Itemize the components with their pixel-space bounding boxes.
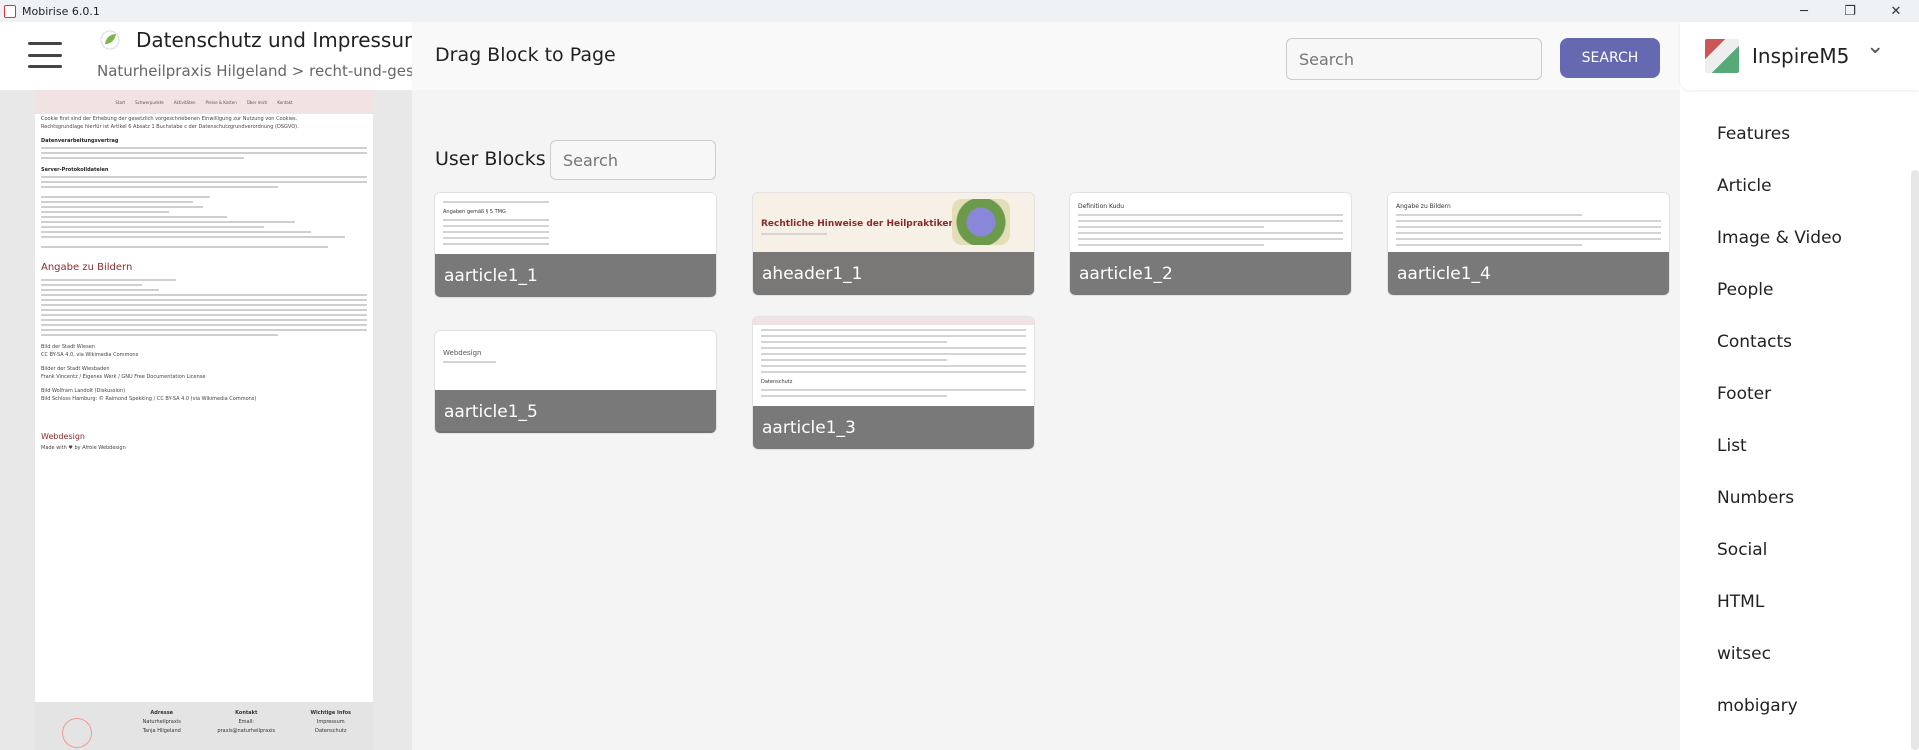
preview-credit: Bild Schloss Hamburg: © Raimond Spekking… <box>41 396 257 402</box>
preview-credit: Bild Wolfram Landolt (Diskussion) <box>41 388 126 394</box>
block-categories-sidebar: Header Features Article Image & Video Pe… <box>1680 22 1919 750</box>
footer-col-title: Wichtige Infos <box>310 710 352 716</box>
project-thumbnail <box>1705 39 1739 73</box>
block-card-aarticle1-3[interactable]: Datenschutz aarticle1_3 <box>752 316 1035 450</box>
block-label: aheader1_1 <box>753 252 1034 295</box>
maximize-icon[interactable]: ❐ <box>1827 0 1873 22</box>
chevron-down-icon[interactable]: ⌄ <box>1866 34 1884 59</box>
preview-credit: Bild der Stadt Wiesen <box>41 344 95 350</box>
preview-nav-item: Preise & Kosten <box>205 99 237 105</box>
footer-col-text: Impressum <box>316 719 345 725</box>
blocks-search-input[interactable] <box>1286 38 1542 80</box>
project-selector[interactable]: InspireM5 ⌄ <box>1680 22 1919 90</box>
category-article[interactable]: Article <box>1680 160 1919 212</box>
footer-col-text: Email: <box>238 719 255 725</box>
block-thumb-title: Angabe zu Bildern <box>1396 203 1451 210</box>
blocks-panel: Drag Block to Page SEARCH User Blocks An… <box>412 22 1680 750</box>
preview-credit: Bilder der Stadt Wiesbaden <box>41 366 110 372</box>
footer-col-title: Adresse <box>150 710 174 716</box>
window-title: Mobirise 6.0.1 <box>22 4 100 18</box>
preview-footer: Adresse Naturheilpraxis Tanja Hilgeland … <box>35 702 373 750</box>
preview-nav: Start Schwerpunkte Aktivitäten Preise & … <box>35 90 373 114</box>
block-thumb-title: Webdesign <box>443 349 482 357</box>
block-card-aheader1-1[interactable]: Rechtliche Hinweise der Heilpraktikerin … <box>752 192 1035 296</box>
preview-heading-pictures: Angabe zu Bildern <box>41 262 133 273</box>
search-button[interactable]: SEARCH <box>1560 38 1660 78</box>
block-card-aarticle1-1[interactable]: Angaben gemäß § 5 TMG aarticle1_1 <box>434 192 717 298</box>
block-label: aarticle1_2 <box>1070 252 1351 295</box>
window-controls: ─ ❐ ✕ <box>1781 0 1919 22</box>
preview-heading: Server-Protokolldateien <box>41 167 109 173</box>
preview-text: Cookie first sind der Erhebung der geset… <box>41 116 298 122</box>
close-icon[interactable]: ✕ <box>1873 0 1919 22</box>
category-features[interactable]: Features <box>1680 108 1919 160</box>
footer-col-text: Tanja Hilgeland <box>142 728 181 734</box>
category-list[interactable]: List <box>1680 420 1919 472</box>
category-numbers[interactable]: Numbers <box>1680 472 1919 524</box>
footer-col-text: Naturheilpraxis <box>142 719 181 725</box>
block-thumb-title: Definition Kudu <box>1078 203 1125 210</box>
preview-nav-item: Aktivitäten <box>173 99 196 105</box>
footer-col-text: praxis@naturheilpraxis <box>217 728 276 734</box>
category-witsec[interactable]: witsec <box>1680 628 1919 680</box>
flower-image <box>952 199 1010 245</box>
preview-nav-item: Über mich <box>246 99 268 105</box>
block-label: aarticle1_3 <box>753 406 1034 449</box>
user-blocks-search-input[interactable] <box>550 140 716 180</box>
block-card-aarticle1-5[interactable]: Webdesign aarticle1_5 <box>434 330 717 434</box>
preview-credit: Frank Vincentz / Eigenes Werk / GNU Free… <box>41 374 206 380</box>
preview-credit: CC BY-SA 4.0, via Wikimedia Commons <box>41 352 139 358</box>
category-people[interactable]: People <box>1680 264 1919 316</box>
block-card-aarticle1-4[interactable]: Angabe zu Bildern aarticle1_4 <box>1387 192 1670 296</box>
category-social[interactable]: Social <box>1680 524 1919 576</box>
block-label: aarticle1_1 <box>435 254 716 297</box>
category-list: Header Features Article Image & Video Pe… <box>1680 56 1919 732</box>
block-label: aarticle1_5 <box>435 390 716 433</box>
category-contacts[interactable]: Contacts <box>1680 316 1919 368</box>
preview-page[interactable]: Start Schwerpunkte Aktivitäten Preise & … <box>35 90 373 750</box>
footer-col-title: Kontakt <box>235 710 258 716</box>
category-mobigary[interactable]: mobigary <box>1680 680 1919 732</box>
leaf-icon <box>100 30 120 50</box>
editor-header: Datenschutz und Impressum Naturheilpraxi… <box>0 22 424 90</box>
preview-nav-item: Schwerpunkte <box>135 99 164 105</box>
preview-text: Rechtsgrundlage hierfür ist Artikel 6 Ab… <box>41 124 299 130</box>
hamburger-icon[interactable] <box>28 42 62 68</box>
user-blocks-label: User Blocks <box>435 148 546 170</box>
category-image-video[interactable]: Image & Video <box>1680 212 1919 264</box>
category-html[interactable]: HTML <box>1680 576 1919 628</box>
footer-col-text: Datenschutz <box>315 728 347 734</box>
page-preview[interactable]: Start Schwerpunkte Aktivitäten Preise & … <box>0 90 412 750</box>
blocks-panel-header: Drag Block to Page SEARCH <box>412 22 1680 90</box>
preview-nav-item: Kontakt <box>277 99 293 105</box>
category-scrollbar[interactable] <box>1911 170 1919 750</box>
block-label: aarticle1_4 <box>1388 252 1669 295</box>
breadcrumb[interactable]: Naturheilpraxis Hilgeland > recht-und-ge… <box>97 62 423 80</box>
mobirise-app-icon <box>4 4 16 18</box>
window-titlebar: Mobirise 6.0.1 ─ ❐ ✕ <box>0 0 1919 22</box>
block-thumb-title: Datenschutz <box>761 379 793 385</box>
panel-title: Drag Block to Page <box>435 44 616 66</box>
preview-webdesign-heading: Webdesign <box>41 432 85 441</box>
minimize-icon[interactable]: ─ <box>1781 0 1827 22</box>
block-card-aarticle1-2[interactable]: Definition Kudu aarticle1_2 <box>1069 192 1352 296</box>
project-name: InspireM5 <box>1752 44 1850 68</box>
page-title[interactable]: Datenschutz und Impressum <box>136 28 424 52</box>
preview-footer-logo <box>62 718 93 748</box>
preview-heading: Datenverarbeitungsvertrag <box>41 138 119 144</box>
category-footer[interactable]: Footer <box>1680 368 1919 420</box>
preview-made-with: Made with ♥ by Afroie Webdesign <box>41 445 126 451</box>
preview-nav-item: Start <box>115 99 126 105</box>
block-thumb-title: Angaben gemäß § 5 TMG <box>443 209 506 215</box>
